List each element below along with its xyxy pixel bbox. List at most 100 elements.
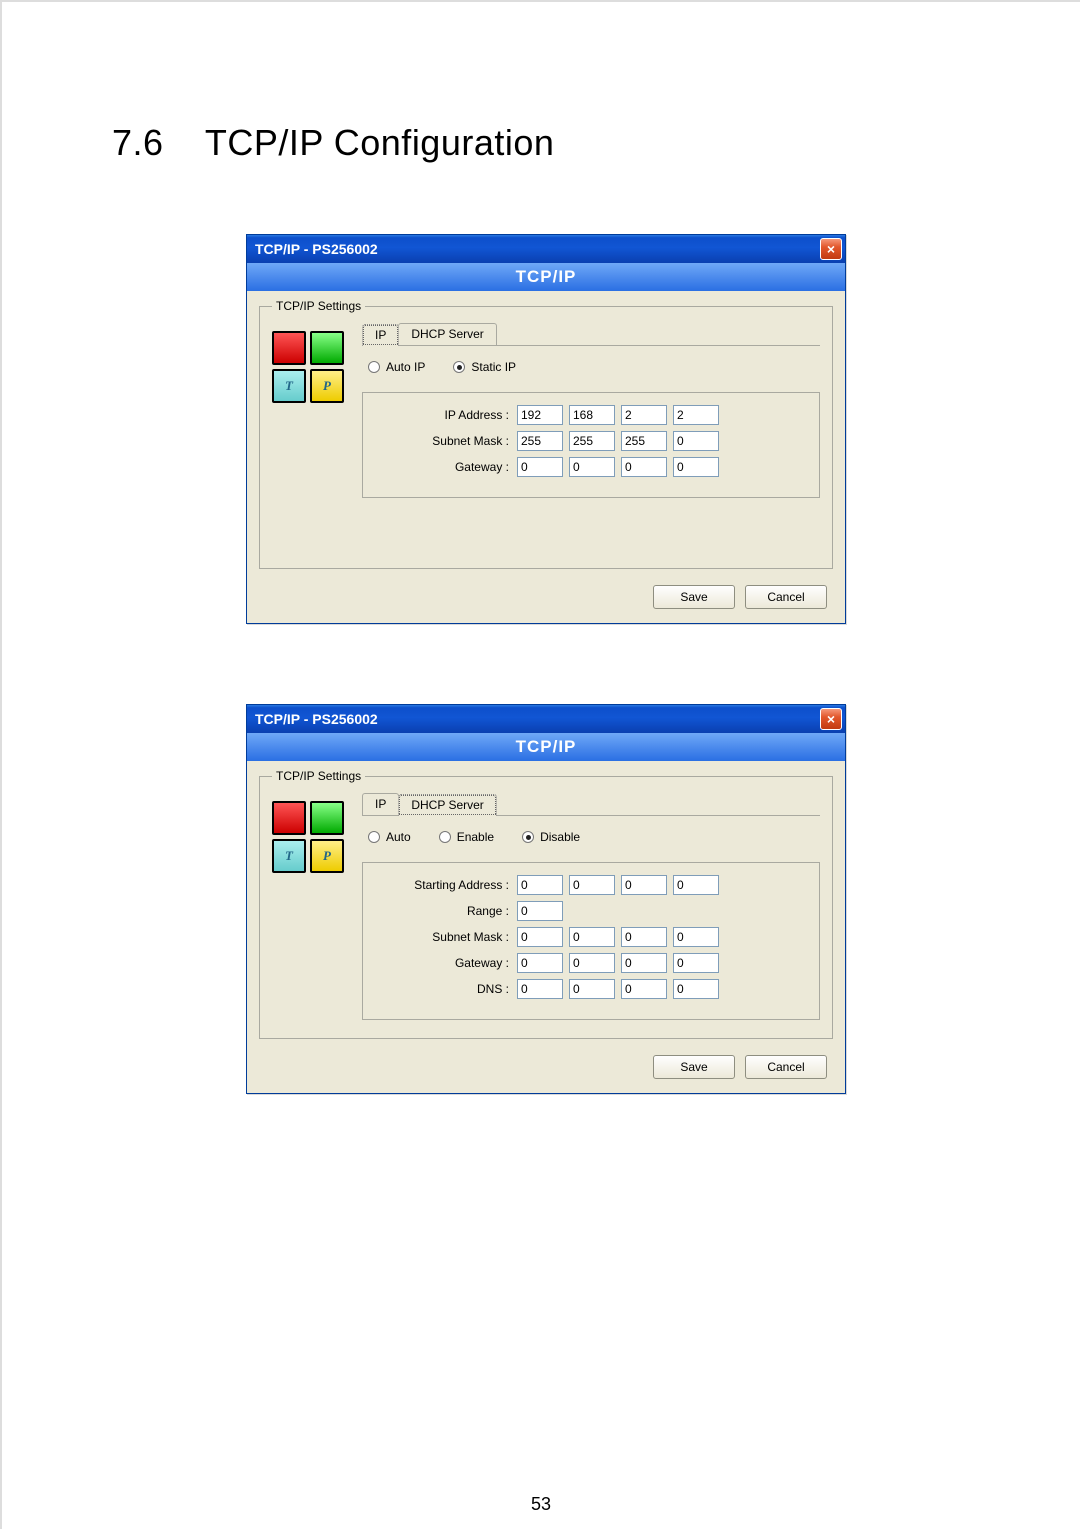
radio-label: Auto IP bbox=[386, 360, 425, 374]
ip-octet-2[interactable] bbox=[569, 405, 615, 425]
mask-octet-3[interactable] bbox=[621, 927, 667, 947]
row-starting-address: Starting Address : bbox=[377, 875, 805, 895]
dialog-banner: TCP/IP bbox=[247, 263, 845, 291]
close-button[interactable]: × bbox=[820, 238, 842, 260]
row-ip-address: IP Address : bbox=[377, 405, 805, 425]
icon-quad-p: P bbox=[310, 839, 344, 873]
radio-icon bbox=[368, 831, 380, 843]
icon-quad-t: T bbox=[272, 369, 306, 403]
row-gateway: Gateway : bbox=[377, 953, 805, 973]
radio-disable[interactable]: Disable bbox=[522, 830, 580, 844]
dns-octet-4[interactable] bbox=[673, 979, 719, 999]
close-button[interactable]: × bbox=[820, 708, 842, 730]
radio-auto[interactable]: Auto bbox=[368, 830, 411, 844]
radio-auto-ip[interactable]: Auto IP bbox=[368, 360, 425, 374]
dialog-body: TCP/IP Settings T P IP DHCP Server bbox=[247, 761, 845, 1093]
label-subnet-mask: Subnet Mask : bbox=[377, 930, 517, 944]
start-octet-1[interactable] bbox=[517, 875, 563, 895]
mask-octet-1[interactable] bbox=[517, 927, 563, 947]
icon-quad-red bbox=[272, 331, 306, 365]
radio-icon bbox=[368, 361, 380, 373]
mask-octet-4[interactable] bbox=[673, 927, 719, 947]
titlebar[interactable]: TCP/IP - PS256002 × bbox=[247, 705, 845, 733]
cancel-button[interactable]: Cancel bbox=[745, 1055, 827, 1079]
dns-octet-2[interactable] bbox=[569, 979, 615, 999]
gw-octet-1[interactable] bbox=[517, 457, 563, 477]
cancel-button[interactable]: Cancel bbox=[745, 585, 827, 609]
gw-octet-3[interactable] bbox=[621, 457, 667, 477]
window-title: TCP/IP - PS256002 bbox=[255, 241, 378, 257]
row-subnet-mask: Subnet Mask : bbox=[377, 431, 805, 451]
label-subnet-mask: Subnet Mask : bbox=[377, 434, 517, 448]
close-icon: × bbox=[827, 242, 835, 256]
ip-octet-3[interactable] bbox=[621, 405, 667, 425]
mask-octet-4[interactable] bbox=[673, 431, 719, 451]
dns-octet-3[interactable] bbox=[621, 979, 667, 999]
start-octet-2[interactable] bbox=[569, 875, 615, 895]
tcpip-dialog-ip: TCP/IP - PS256002 × TCP/IP TCP/IP Settin… bbox=[246, 234, 846, 624]
tab-dhcp-server[interactable]: DHCP Server bbox=[398, 794, 496, 816]
dhcp-fields: Starting Address : Range : bbox=[362, 862, 820, 1020]
tab-dhcp-server[interactable]: DHCP Server bbox=[398, 323, 496, 345]
label-ip-address: IP Address : bbox=[377, 408, 517, 422]
gw-octet-2[interactable] bbox=[569, 953, 615, 973]
mask-octet-3[interactable] bbox=[621, 431, 667, 451]
label-range: Range : bbox=[377, 904, 517, 918]
mask-octet-2[interactable] bbox=[569, 431, 615, 451]
section-heading: 7.6 TCP/IP Configuration bbox=[112, 122, 980, 164]
radio-icon bbox=[453, 361, 465, 373]
tcpip-dialog-dhcp: TCP/IP - PS256002 × TCP/IP TCP/IP Settin… bbox=[246, 704, 846, 1094]
range-value[interactable] bbox=[517, 901, 563, 921]
label-dns: DNS : bbox=[377, 982, 517, 996]
radio-enable[interactable]: Enable bbox=[439, 830, 494, 844]
radio-icon bbox=[439, 831, 451, 843]
document-page: 7.6 TCP/IP Configuration TCP/IP - PS2560… bbox=[0, 0, 1080, 1529]
tcpip-settings-fieldset: TCP/IP Settings T P IP DHCP Server bbox=[259, 299, 833, 569]
dhcp-mode-radios: Auto Enable Disable bbox=[368, 830, 820, 844]
row-gateway: Gateway : bbox=[377, 457, 805, 477]
icon-quad-green bbox=[310, 801, 344, 835]
tcpip-icon: T P bbox=[272, 331, 344, 403]
radio-label: Static IP bbox=[471, 360, 516, 374]
radio-icon bbox=[522, 831, 534, 843]
tabs: IP DHCP Server bbox=[362, 793, 820, 816]
start-octet-4[interactable] bbox=[673, 875, 719, 895]
ip-mode-radios: Auto IP Static IP bbox=[368, 360, 820, 374]
tcpip-icon: T P bbox=[272, 801, 344, 873]
row-dns: DNS : bbox=[377, 979, 805, 999]
label-starting-address: Starting Address : bbox=[377, 878, 517, 892]
radio-static-ip[interactable]: Static IP bbox=[453, 360, 516, 374]
dialog-buttons: Save Cancel bbox=[259, 585, 833, 611]
row-subnet-mask: Subnet Mask : bbox=[377, 927, 805, 947]
icon-quad-red bbox=[272, 801, 306, 835]
fieldset-legend: TCP/IP Settings bbox=[272, 299, 365, 313]
ip-fields: IP Address : Subnet Mask : bbox=[362, 392, 820, 498]
save-button[interactable]: Save bbox=[653, 585, 735, 609]
radio-label: Disable bbox=[540, 830, 580, 844]
row-range: Range : bbox=[377, 901, 805, 921]
dialog-body: TCP/IP Settings T P IP DHCP Server bbox=[247, 291, 845, 623]
dns-octet-1[interactable] bbox=[517, 979, 563, 999]
ip-octet-1[interactable] bbox=[517, 405, 563, 425]
gw-octet-4[interactable] bbox=[673, 953, 719, 973]
window-title: TCP/IP - PS256002 bbox=[255, 711, 378, 727]
tabs: IP DHCP Server bbox=[362, 323, 820, 346]
label-gateway: Gateway : bbox=[377, 956, 517, 970]
start-octet-3[interactable] bbox=[621, 875, 667, 895]
gw-octet-1[interactable] bbox=[517, 953, 563, 973]
radio-label: Enable bbox=[457, 830, 494, 844]
mask-octet-2[interactable] bbox=[569, 927, 615, 947]
tab-ip[interactable]: IP bbox=[362, 324, 399, 346]
mask-octet-1[interactable] bbox=[517, 431, 563, 451]
tcpip-settings-fieldset: TCP/IP Settings T P IP DHCP Server bbox=[259, 769, 833, 1039]
gw-octet-4[interactable] bbox=[673, 457, 719, 477]
tab-ip[interactable]: IP bbox=[362, 793, 399, 815]
radio-label: Auto bbox=[386, 830, 411, 844]
titlebar[interactable]: TCP/IP - PS256002 × bbox=[247, 235, 845, 263]
save-button[interactable]: Save bbox=[653, 1055, 735, 1079]
gw-octet-2[interactable] bbox=[569, 457, 615, 477]
ip-octet-4[interactable] bbox=[673, 405, 719, 425]
gw-octet-3[interactable] bbox=[621, 953, 667, 973]
fieldset-legend: TCP/IP Settings bbox=[272, 769, 365, 783]
page-number: 53 bbox=[531, 1494, 551, 1515]
